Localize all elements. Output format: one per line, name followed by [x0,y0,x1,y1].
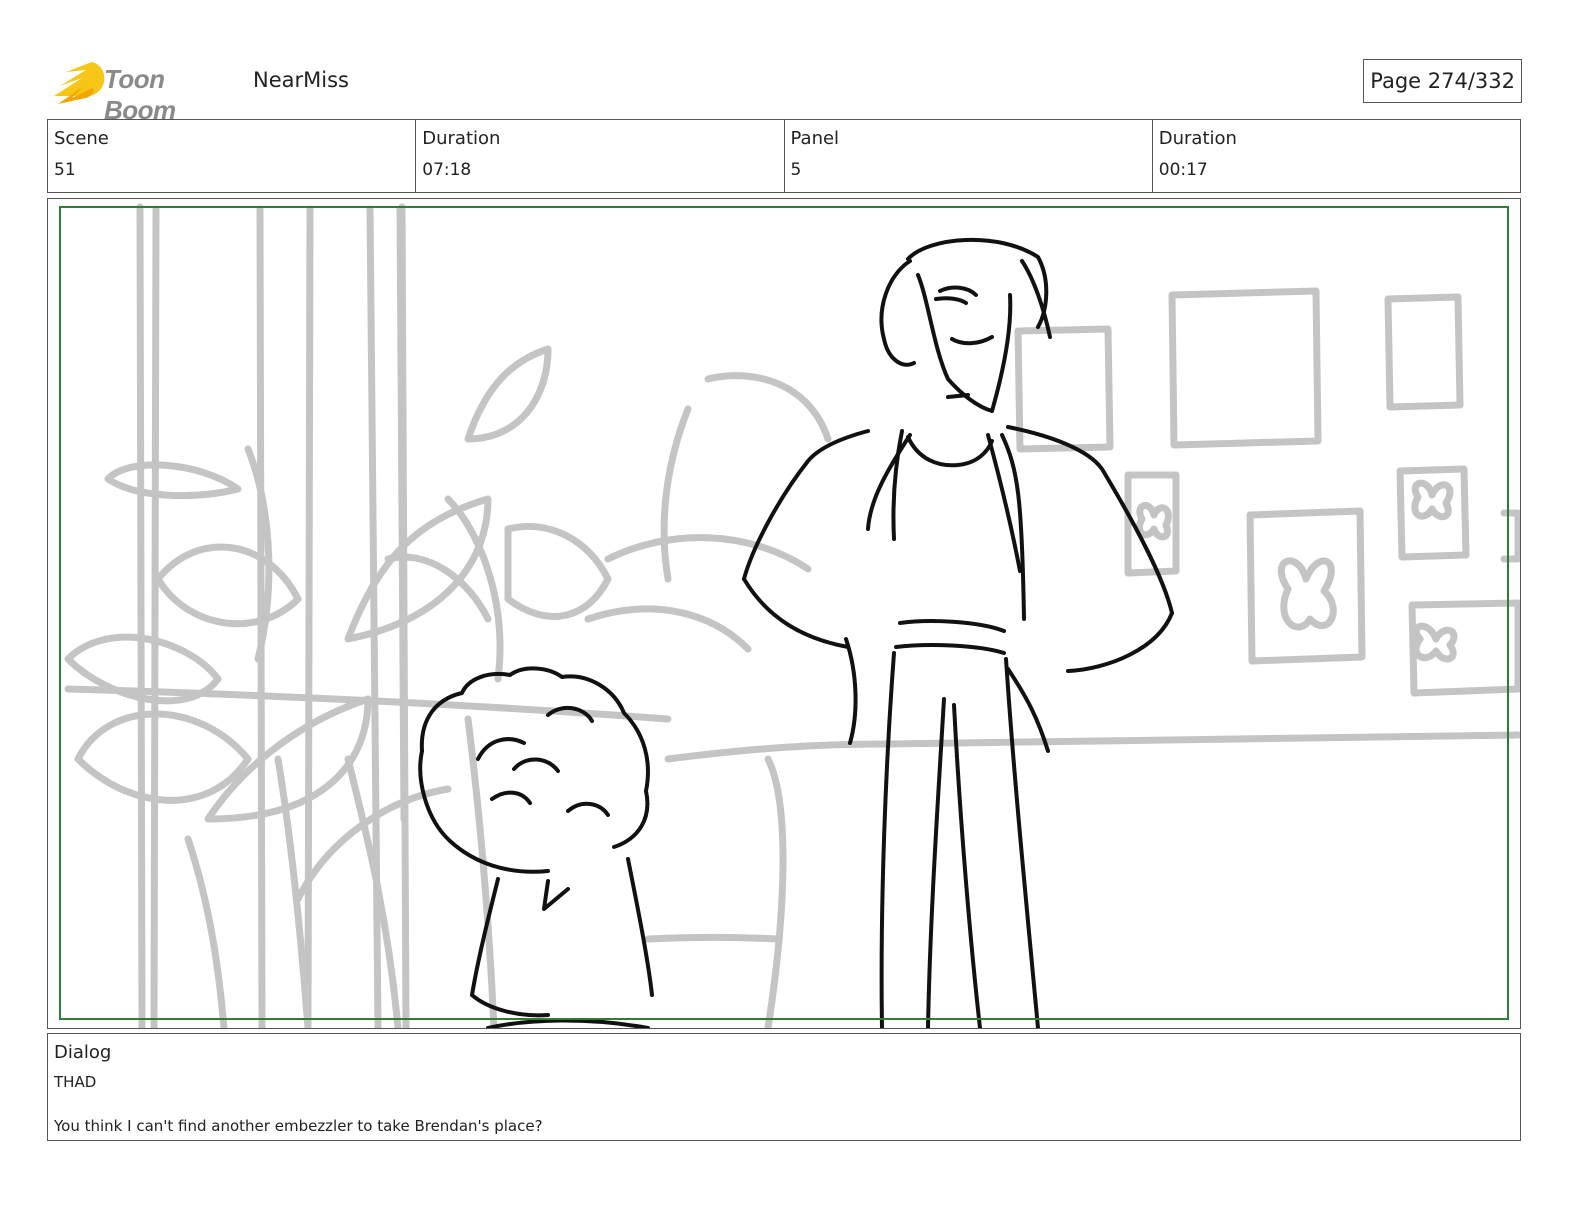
panel-value: 5 [790,160,802,180]
dialog-speaker: THAD [54,1073,97,1091]
panel-label: Panel [790,128,840,149]
panel-sketch [59,203,1520,1028]
toon-boom-logo: Toon Boom [52,56,242,125]
scene-cell: Scene 51 [48,120,417,192]
scene-duration-value: 07:18 [422,160,472,180]
background-sketch [64,203,1520,1028]
flame-logo-icon [54,62,105,104]
dialog-label: Dialog [54,1042,112,1063]
dialog-box: Dialog THAD You think I can't find anoth… [47,1033,1521,1141]
storyboard-panel-image [47,198,1521,1029]
panel-cell: Panel 5 [785,120,1153,192]
panel-info-table: Scene 51 Duration 07:18 Panel 5 Duration… [47,119,1521,193]
panel-duration-value: 00:17 [1158,160,1208,180]
dialog-line: You think I can't find another embezzler… [54,1117,543,1135]
panel-duration-label: Duration [1158,128,1237,149]
project-title: NearMiss [253,68,349,92]
scene-label: Scene [54,128,109,149]
scene-value: 51 [54,160,76,180]
brand-name: Toon Boom [104,64,176,125]
panel-duration-cell: Duration 00:17 [1153,120,1520,192]
page-indicator: Page 274/332 [1363,59,1522,103]
page-header: Toon Boom NearMiss Page 274/332 [52,56,1522,125]
scene-duration-cell: Duration 07:18 [416,120,785,192]
scene-duration-label: Duration [422,128,501,149]
